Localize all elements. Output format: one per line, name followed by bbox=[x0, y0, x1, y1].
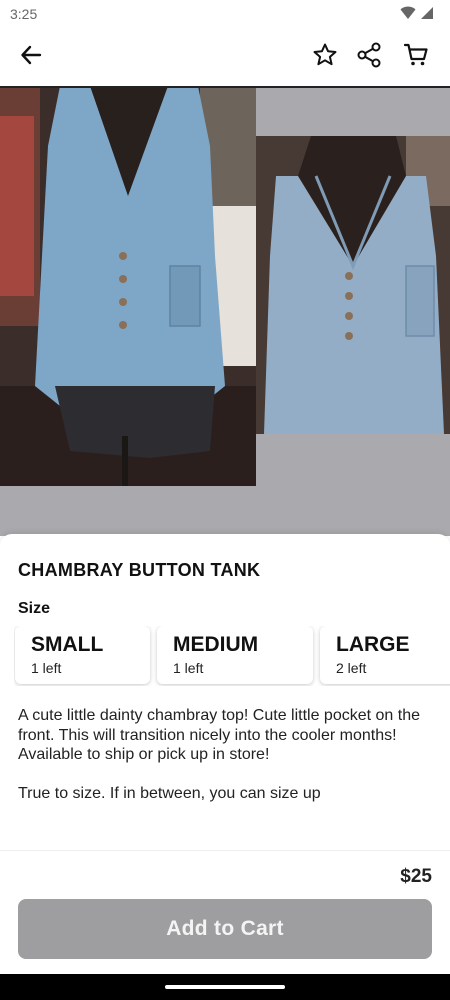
wifi-icon bbox=[400, 6, 416, 25]
share-icon bbox=[356, 42, 382, 73]
product-price: $25 bbox=[400, 866, 432, 887]
cart-icon bbox=[403, 42, 429, 73]
description-text: True to size. If in between, you can siz… bbox=[18, 785, 321, 802]
star-icon bbox=[312, 42, 338, 73]
size-option-medium[interactable]: MEDIUM 1 left bbox=[157, 626, 313, 684]
status-time: 3:25 bbox=[10, 6, 38, 22]
product-details-sheet: CHAMBRAY BUTTON TANK Size SMALL 1 left M… bbox=[0, 534, 450, 974]
add-to-cart-button[interactable]: Add to Cart bbox=[18, 899, 432, 959]
system-nav-bar bbox=[0, 974, 450, 1000]
product-photo-main[interactable] bbox=[0, 86, 256, 486]
favorite-button[interactable] bbox=[305, 37, 345, 77]
share-button[interactable] bbox=[349, 37, 389, 77]
signal-icon bbox=[420, 6, 434, 25]
description-text: Available to ship or pick up in store! bbox=[18, 746, 270, 763]
product-gallery[interactable] bbox=[0, 86, 450, 536]
size-option-name: SMALL bbox=[31, 633, 104, 656]
size-selector[interactable]: SMALL 1 left MEDIUM 1 left LARGE 2 left bbox=[14, 626, 450, 686]
back-button[interactable] bbox=[11, 37, 51, 77]
description-text: A cute little dainty chambray top! Cute … bbox=[18, 707, 420, 744]
product-description: A cute little dainty chambray top! Cute … bbox=[18, 706, 442, 804]
size-option-stock: 1 left bbox=[31, 660, 62, 676]
size-option-stock: 2 left bbox=[336, 660, 367, 676]
size-option-large[interactable]: LARGE 2 left bbox=[320, 626, 450, 684]
gallery-top-edge bbox=[0, 86, 450, 88]
product-title: CHAMBRAY BUTTON TANK bbox=[18, 560, 261, 580]
status-bar: 3:25 bbox=[0, 0, 450, 28]
cart-button[interactable] bbox=[396, 37, 436, 77]
size-option-name: LARGE bbox=[336, 633, 410, 656]
back-arrow-icon bbox=[20, 44, 42, 71]
app-bar bbox=[0, 28, 450, 86]
divider bbox=[0, 850, 450, 851]
size-option-stock: 1 left bbox=[173, 660, 204, 676]
product-photo-second[interactable] bbox=[256, 136, 450, 434]
home-gesture-handle[interactable] bbox=[165, 985, 285, 989]
size-label: Size bbox=[18, 600, 51, 617]
size-option-name: MEDIUM bbox=[173, 633, 259, 656]
status-icons bbox=[400, 6, 434, 25]
size-option-small[interactable]: SMALL 1 left bbox=[15, 626, 150, 684]
